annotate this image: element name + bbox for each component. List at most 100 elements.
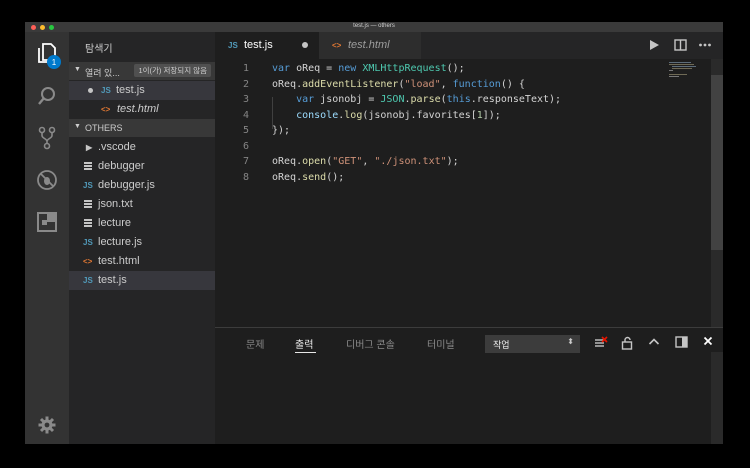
explorer-activity-button[interactable]: 1 [25, 36, 69, 70]
code-token: "load" [404, 78, 441, 90]
tab-problems[interactable]: 문제 [246, 336, 264, 351]
editor-scrollbar[interactable] [711, 59, 723, 327]
more-actions-button[interactable] [698, 39, 712, 53]
unsaved-dot-icon[interactable] [302, 42, 308, 48]
folder-label: OTHERS [85, 123, 123, 133]
unsaved-dot-icon[interactable] [88, 88, 93, 93]
code-token: , [362, 156, 375, 167]
code-line[interactable]: console.log(jsonobj.favorites[1]); [272, 110, 501, 121]
tree-item-vscode-folder[interactable]: ▶ .vscode [69, 138, 215, 157]
code-token: }); [272, 125, 291, 136]
code-line[interactable]: oReq.addEventListener("load", function()… [272, 79, 525, 90]
tree-item-label: debugger [98, 160, 145, 172]
minimap[interactable] [669, 62, 697, 77]
code-token: "GET" [332, 156, 363, 167]
html-file-icon: <> [332, 41, 342, 50]
code-token: oReq. [272, 171, 303, 183]
open-editor-item-test-js[interactable]: JS test.js [69, 81, 215, 100]
tab-output[interactable]: 출력 [295, 336, 313, 351]
settings-activity-button[interactable] [25, 408, 69, 442]
open-editors-label: 열려 있... [85, 68, 120, 78]
tree-item-label: test.html [98, 255, 140, 267]
source-control-icon [38, 126, 56, 150]
search-icon [38, 87, 55, 105]
title-bar: test.js — others [25, 22, 723, 32]
toggle-panel-position-button[interactable] [674, 336, 688, 350]
bottom-panel: 문제 출력 디버그 콘솔 터미널 작업 ⬍ [215, 327, 723, 444]
scroll-lock-button[interactable] [620, 336, 634, 350]
more-icon [699, 43, 711, 47]
code-token: console [296, 109, 339, 121]
lock-icon [621, 336, 633, 350]
close-panel-button[interactable] [701, 336, 715, 350]
tab-terminal[interactable]: 터미널 [427, 336, 455, 351]
code-token: parse [410, 94, 441, 105]
code-token: , [440, 78, 453, 90]
code-editor[interactable]: 12345678 var oReq = new XMLHttpRequest()… [215, 59, 723, 327]
code-line[interactable]: var oReq = new XMLHttpRequest(); [272, 63, 465, 74]
text-file-icon [84, 200, 92, 208]
open-editor-item-test-html[interactable]: <> test.html [69, 100, 215, 119]
editor-scroll-thumb[interactable] [711, 75, 723, 250]
code-token: .responseText); [470, 94, 562, 105]
tree-item-lecture[interactable]: lecture [69, 214, 215, 233]
activity-bar: 1 [25, 32, 69, 444]
chevron-down-icon: ▼ [74, 123, 81, 130]
tree-item-label: json.txt [98, 198, 133, 210]
tree-item-lecture-js[interactable]: JS lecture.js [69, 233, 215, 252]
chevron-down-icon: ▼ [74, 66, 81, 73]
settings-gear-icon [38, 416, 56, 434]
tree-item-json-txt[interactable]: json.txt [69, 195, 215, 214]
line-number: 8 [242, 171, 249, 183]
source-control-activity-button[interactable] [25, 121, 69, 155]
tree-item-debugger[interactable]: debugger [69, 157, 215, 176]
code-token: oReq. [272, 156, 303, 167]
html-file-icon: <> [101, 105, 111, 114]
code-token: (jsonobj.favorites[ [362, 109, 477, 121]
code-token: (); [326, 171, 345, 183]
code-token: var [296, 94, 315, 105]
code-line[interactable]: oReq.send(); [272, 172, 344, 183]
tree-item-label: test.js [98, 274, 127, 286]
line-number: 7 [242, 156, 249, 167]
line-number: 4 [242, 109, 249, 121]
folder-others-header[interactable]: ▼ OTHERS [69, 119, 215, 137]
select-arrows-icon: ⬍ [567, 337, 574, 346]
panel-layout-icon [674, 336, 688, 348]
code-line[interactable]: var jsonobj = JSON.parse(this.responseTe… [272, 94, 561, 105]
chevron-right-icon: ▶ [86, 143, 93, 152]
line-number: 5 [242, 125, 249, 136]
code-token: XMLHttpRequest [362, 63, 447, 74]
debug-activity-button[interactable] [25, 163, 69, 197]
extensions-activity-button[interactable] [25, 205, 69, 239]
open-editors-header[interactable]: ▼ 열려 있... 1이(가) 저장되지 않음 [69, 62, 215, 80]
window-title: test.js — others [353, 23, 395, 29]
panel-scrollbar[interactable] [711, 352, 723, 444]
code-token: ]); [482, 109, 501, 121]
clear-output-icon [595, 336, 608, 347]
code-line[interactable]: }); [272, 125, 290, 136]
tree-item-debugger-js[interactable]: JS debugger.js [69, 176, 215, 195]
tab-debug-console[interactable]: 디버그 콘솔 [346, 336, 395, 351]
output-channel-select[interactable]: 작업 ⬍ [485, 335, 580, 353]
clear-output-button[interactable] [594, 336, 608, 350]
search-activity-button[interactable] [25, 79, 69, 113]
run-button[interactable] [647, 39, 661, 53]
tab-test-html[interactable]: <> test.html [319, 32, 421, 59]
line-number: 3 [242, 94, 249, 105]
code-token: "./json.txt" [374, 156, 447, 167]
code-token: oReq. [272, 78, 303, 90]
tree-item-label: debugger.js [98, 179, 155, 191]
split-editor-button[interactable] [673, 39, 687, 53]
output-channel-value: 작업 [493, 340, 510, 350]
code-token: JSON [380, 94, 405, 105]
code-token: send [302, 171, 327, 183]
tab-test-js[interactable]: JS test.js [215, 32, 319, 59]
tree-item-test-js[interactable]: JS test.js [69, 271, 215, 290]
maximize-panel-button[interactable] [647, 336, 661, 350]
js-file-icon: JS [101, 86, 111, 95]
tree-item-test-html[interactable]: <> test.html [69, 252, 215, 271]
code-line[interactable]: oReq.open("GET", "./json.txt"); [272, 156, 459, 167]
